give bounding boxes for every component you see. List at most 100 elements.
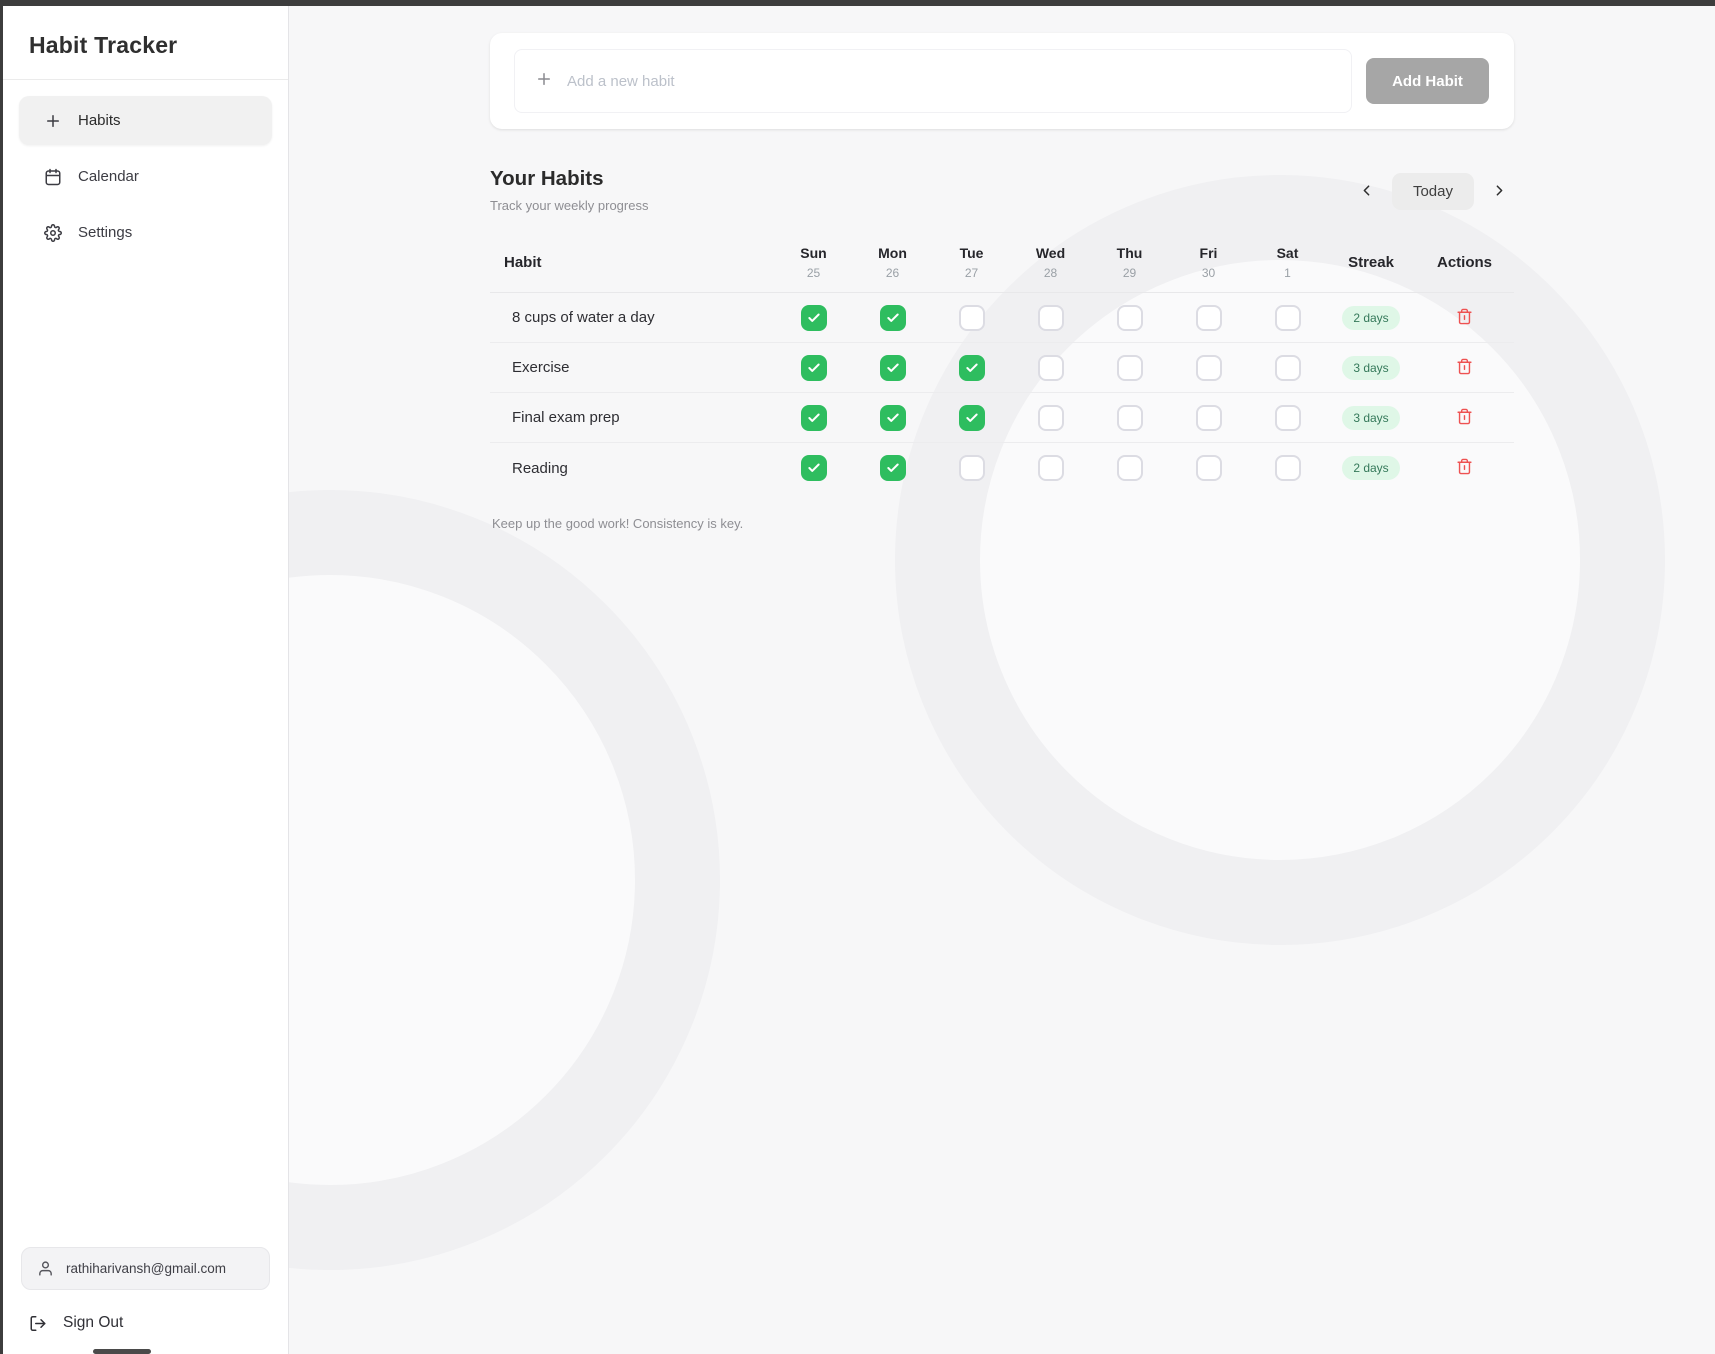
- habit-checkbox[interactable]: [1196, 455, 1222, 481]
- next-week-button[interactable]: [1484, 177, 1514, 207]
- day-date: 1: [1248, 266, 1327, 280]
- day-name: Mon: [853, 245, 932, 261]
- check-cell: [1169, 455, 1248, 481]
- day-column-header: Thu29: [1090, 245, 1169, 280]
- streak-badge: 2 days: [1342, 456, 1399, 480]
- check-cell: [932, 355, 1011, 381]
- habit-checkbox[interactable]: [801, 405, 827, 431]
- day-column-header: Sun 25: [774, 245, 853, 280]
- trash-icon: [1456, 458, 1473, 478]
- add-habit-input-wrap: [514, 49, 1352, 113]
- week-navigation: Today: [1352, 173, 1514, 210]
- habit-checkbox[interactable]: [1117, 305, 1143, 331]
- check-cell: [853, 405, 932, 431]
- action-cell: [1415, 408, 1514, 428]
- habit-checkbox[interactable]: [1038, 455, 1064, 481]
- habit-checkbox[interactable]: [959, 355, 985, 381]
- day-column-header: Fri30: [1169, 245, 1248, 280]
- check-cell: [774, 405, 853, 431]
- day-name: Sun: [774, 245, 853, 261]
- streak-cell: 3 days: [1327, 356, 1415, 380]
- check-cell: [932, 455, 1011, 481]
- check-cell: [1248, 405, 1327, 431]
- horizontal-scrollbar-thumb[interactable]: [93, 1349, 151, 1354]
- day-date: 28: [1011, 266, 1090, 280]
- habit-checkbox[interactable]: [1275, 405, 1301, 431]
- delete-habit-button[interactable]: [1456, 458, 1473, 478]
- habit-checkbox[interactable]: [1275, 305, 1301, 331]
- check-cell: [1090, 455, 1169, 481]
- check-cell: [1011, 455, 1090, 481]
- plus-icon: [44, 112, 62, 130]
- main-content: Add Habit Your Habits Track your weekly …: [289, 0, 1715, 1354]
- calendar-icon: [44, 168, 62, 186]
- check-cell: [774, 455, 853, 481]
- habit-name: 8 cups of water a day: [490, 309, 774, 326]
- day-column-header: Wed28: [1011, 245, 1090, 280]
- habit-checkbox[interactable]: [880, 305, 906, 331]
- app-title: Habit Tracker: [3, 6, 288, 79]
- check-cell: [932, 305, 1011, 331]
- habit-checkbox[interactable]: [1196, 405, 1222, 431]
- delete-habit-button[interactable]: [1456, 308, 1473, 328]
- habit-checkbox[interactable]: [1117, 455, 1143, 481]
- habit-checkbox[interactable]: [801, 355, 827, 381]
- habit-checkbox[interactable]: [1196, 305, 1222, 331]
- habit-checkbox[interactable]: [959, 305, 985, 331]
- check-cell: [1011, 405, 1090, 431]
- sign-out-button[interactable]: Sign Out: [21, 1314, 270, 1332]
- streak-cell: 3 days: [1327, 406, 1415, 430]
- habit-checkbox[interactable]: [1275, 455, 1301, 481]
- habit-checkbox[interactable]: [880, 355, 906, 381]
- table-row: Final exam prep 3 days: [490, 393, 1514, 443]
- today-button[interactable]: Today: [1392, 173, 1474, 210]
- table-row: Exercise3 days: [490, 343, 1514, 393]
- streak-badge: 3 days: [1342, 356, 1399, 380]
- habit-checkbox[interactable]: [801, 305, 827, 331]
- habit-checkbox[interactable]: [959, 455, 985, 481]
- day-date: 25: [774, 266, 853, 280]
- check-cell: [774, 305, 853, 331]
- habit-checkbox[interactable]: [1038, 355, 1064, 381]
- habit-checkbox[interactable]: [1038, 405, 1064, 431]
- table-header-row: Habit Sun25Mon26Tue27Wed28Thu29Fri30Sat1…: [490, 245, 1514, 293]
- habit-checkbox[interactable]: [1117, 405, 1143, 431]
- day-name: Thu: [1090, 245, 1169, 261]
- add-habit-input[interactable]: [567, 73, 1331, 90]
- check-cell: [853, 455, 932, 481]
- habit-name: Final exam prep: [490, 409, 774, 426]
- habit-checkbox[interactable]: [801, 455, 827, 481]
- gear-icon: [44, 224, 62, 242]
- habit-checkbox[interactable]: [880, 455, 906, 481]
- check-cell: [1090, 305, 1169, 331]
- check-cell: [1011, 355, 1090, 381]
- logout-icon: [29, 1314, 47, 1332]
- table-row: Reading2 days: [490, 443, 1514, 493]
- table-row: 8 cups of water a day 2 days: [490, 293, 1514, 343]
- habit-checkbox[interactable]: [880, 405, 906, 431]
- action-cell: [1415, 458, 1514, 478]
- delete-habit-button[interactable]: [1456, 408, 1473, 428]
- day-date: 27: [932, 266, 1011, 280]
- check-cell: [1011, 305, 1090, 331]
- previous-week-button[interactable]: [1352, 177, 1382, 207]
- habit-checkbox[interactable]: [1196, 355, 1222, 381]
- section-subtitle: Track your weekly progress: [490, 198, 648, 213]
- habit-checkbox[interactable]: [1275, 355, 1301, 381]
- delete-habit-button[interactable]: [1456, 358, 1473, 378]
- habit-checkbox[interactable]: [1038, 305, 1064, 331]
- habit-checkbox[interactable]: [959, 405, 985, 431]
- action-cell: [1415, 358, 1514, 378]
- sign-out-label: Sign Out: [63, 1314, 123, 1332]
- habits-table: Habit Sun25Mon26Tue27Wed28Thu29Fri30Sat1…: [490, 245, 1514, 493]
- sidebar-item-habits[interactable]: Habits: [19, 96, 272, 145]
- window-left-border: [0, 0, 3, 1354]
- streak-cell: 2 days: [1327, 306, 1415, 330]
- habit-checkbox[interactable]: [1117, 355, 1143, 381]
- day-column-header: Tue27: [932, 245, 1011, 280]
- add-habit-button[interactable]: Add Habit: [1366, 58, 1489, 104]
- check-cell: [1248, 355, 1327, 381]
- sidebar-item-label: Habits: [78, 112, 121, 129]
- sidebar-item-calendar[interactable]: Calendar: [19, 152, 272, 201]
- sidebar-item-settings[interactable]: Settings: [19, 208, 272, 257]
